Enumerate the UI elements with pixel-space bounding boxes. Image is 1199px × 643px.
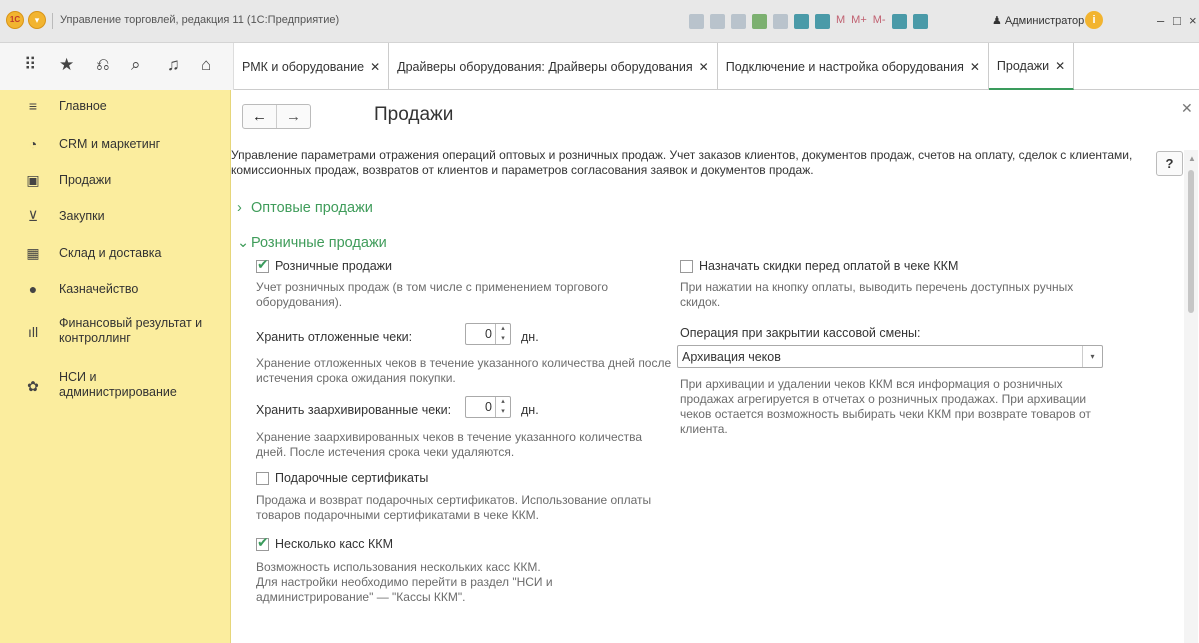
apps-grid-icon[interactable]: ⠿ [24, 55, 36, 75]
multiple-registers-note: Возможность использования нескольких кас… [256, 560, 553, 604]
gift-certificates-note: Продажа и возврат подарочных сертификато… [256, 493, 652, 522]
memory-plus-button[interactable]: M+ [851, 14, 867, 29]
shift-close-label: Операция при закрытии кассовой смены: [680, 326, 921, 340]
discounts-before-payment-checkbox[interactable]: Назначать скидки перед оплатой в чеке КК… [680, 259, 958, 273]
cart-icon: ⊻ [27, 208, 39, 224]
vertical-scrollbar[interactable]: ▲ [1184, 150, 1198, 643]
menu-lines-icon: ≡ [28, 98, 38, 114]
gift-certificates-checkbox[interactable]: Подарочные сертификаты [256, 471, 428, 485]
scroll-up-icon[interactable]: ▲ [1188, 154, 1196, 163]
main-menu-icon[interactable]: ▾ [28, 11, 46, 29]
back-arrow-icon[interactable]: ← [243, 105, 277, 128]
page-title: Продажи [374, 104, 454, 125]
window-title-bar: 1С ▾ Управление торговлей, редакция 11 (… [0, 0, 1199, 43]
gear-icon: ✿ [27, 378, 39, 394]
tab-sales[interactable]: Продажи ✕ [988, 43, 1075, 90]
keep-deferred-note: Хранение отложенных чеков в течение указ… [256, 356, 672, 385]
section-wholesale[interactable]: › Оптовые продажи [237, 200, 373, 216]
home-icon[interactable]: ⌂ [201, 55, 211, 75]
calculator-icon[interactable] [794, 13, 809, 29]
chevron-down-icon: ⌄ [237, 235, 250, 251]
multiple-registers-checkbox[interactable]: Несколько касс ККМ [256, 534, 393, 551]
separator [52, 13, 53, 29]
tab-rmk[interactable]: РМК и оборудование ✕ [234, 43, 390, 90]
title-toolbar: M M+ M- [689, 12, 928, 30]
checkbox-unchecked[interactable] [680, 259, 693, 273]
days-unit-label: дн. [521, 330, 539, 344]
checkbox-checked[interactable] [256, 534, 269, 551]
copy-icon[interactable] [773, 13, 788, 29]
ruble-coin-icon: ● [28, 281, 38, 297]
shift-close-operation-select[interactable]: Архивация чеков ▾ [677, 345, 1103, 368]
bar-chart-icon: ıll [27, 324, 39, 340]
close-window-icon[interactable]: × [1189, 13, 1197, 28]
current-user[interactable]: ♟ Администратор [992, 14, 1084, 27]
discounts-note: При нажатии на кнопку оплаты, выводить п… [680, 280, 1074, 309]
navigation-row: ⠿ ★ ⎌ ⌕ ♫ ⌂ РМК и оборудование ✕ Драйверы… [0, 43, 1199, 90]
pie-chart-icon: ◔ [28, 136, 38, 152]
memory-m-button[interactable]: M [836, 14, 845, 29]
help-button[interactable]: ? [1156, 151, 1183, 176]
forward-arrow-icon[interactable]: → [277, 105, 310, 128]
history-icon[interactable]: ⎌ [96, 55, 110, 75]
calendar-icon[interactable] [815, 13, 830, 29]
link-icon[interactable] [752, 13, 767, 29]
info-icon[interactable]: i [1085, 11, 1103, 29]
spin-arrows-icon[interactable]: ▴ ▾ [495, 324, 510, 344]
tab-close-icon[interactable]: ✕ [370, 60, 380, 74]
favorites-star-icon[interactable]: ★ [59, 55, 74, 75]
days-unit-label: дн. [521, 403, 539, 417]
tab-equipment-setup[interactable]: Подключение и настройка оборудования ✕ [718, 43, 989, 90]
window-title: Управление торговлей, редакция 11 (1С:Пр… [60, 14, 340, 26]
panel-toolbar: ⠿ ★ ⎌ ⌕ ♫ ⌂ [0, 43, 234, 90]
history-nav: ← → [242, 104, 311, 129]
checkbox-unchecked[interactable] [256, 471, 269, 485]
keep-archived-label: Хранить заархивированные чеки: [256, 403, 452, 417]
shopping-bag-icon: ▣ [26, 172, 40, 188]
tab-close-icon[interactable]: ✕ [1055, 59, 1065, 73]
search-icon[interactable]: ⌕ [131, 55, 141, 75]
app-logo-icon[interactable]: 1С [6, 11, 24, 29]
minimize-icon[interactable]: – [1157, 13, 1164, 28]
retail-sales-note: Учет розничных продаж (в том числе с при… [256, 280, 608, 309]
preview-icon[interactable] [731, 13, 746, 29]
retail-sales-checkbox[interactable]: Розничные продажи [256, 256, 392, 273]
keep-deferred-label: Хранить отложенные чеки: [256, 330, 413, 344]
panels-icon[interactable] [912, 13, 928, 29]
shift-close-note: При архивации и удалении чеков ККМ вся и… [680, 377, 1091, 436]
close-form-icon[interactable]: ✕ [1181, 100, 1193, 117]
checkbox-checked[interactable] [256, 256, 269, 273]
user-icon: ♟ [992, 15, 1005, 27]
tab-drivers[interactable]: Драйверы оборудования: Драйверы оборудов… [389, 43, 718, 90]
keep-deferred-days-input[interactable]: 0 ▴ ▾ [465, 323, 511, 345]
spin-arrows-icon[interactable]: ▴ ▾ [495, 397, 510, 417]
section-retail[interactable]: ⌄ Розничные продажи [237, 235, 387, 251]
print-icon[interactable] [710, 13, 725, 29]
tab-close-icon[interactable]: ✕ [699, 60, 709, 74]
chevron-right-icon: › [237, 200, 242, 216]
scroll-thumb[interactable] [1188, 170, 1194, 313]
open-tabs: РМК и оборудование ✕ Драйверы оборудовани… [234, 43, 1075, 90]
memory-minus-button[interactable]: M- [873, 14, 886, 29]
sections-sidebar: ≡ Главное ◔ CRM и маркетинг ▣ Продажи ⊻ … [0, 90, 231, 643]
warehouse-icon: ▦ [26, 245, 40, 261]
zoom-icon[interactable] [891, 13, 907, 29]
maximize-icon[interactable]: □ [1173, 13, 1181, 28]
notifications-bell-icon[interactable]: ♫ [167, 55, 180, 75]
tab-close-icon[interactable]: ✕ [970, 60, 980, 74]
keep-archived-days-input[interactable]: 0 ▴ ▾ [465, 396, 511, 418]
save-icon[interactable] [689, 13, 704, 29]
sales-settings-form: ← → Продажи ✕ Управление параметрами отр… [231, 90, 1199, 643]
dropdown-arrow-icon[interactable]: ▾ [1082, 346, 1102, 367]
keep-archived-note: Хранение заархивированных чеков в течени… [256, 430, 643, 459]
